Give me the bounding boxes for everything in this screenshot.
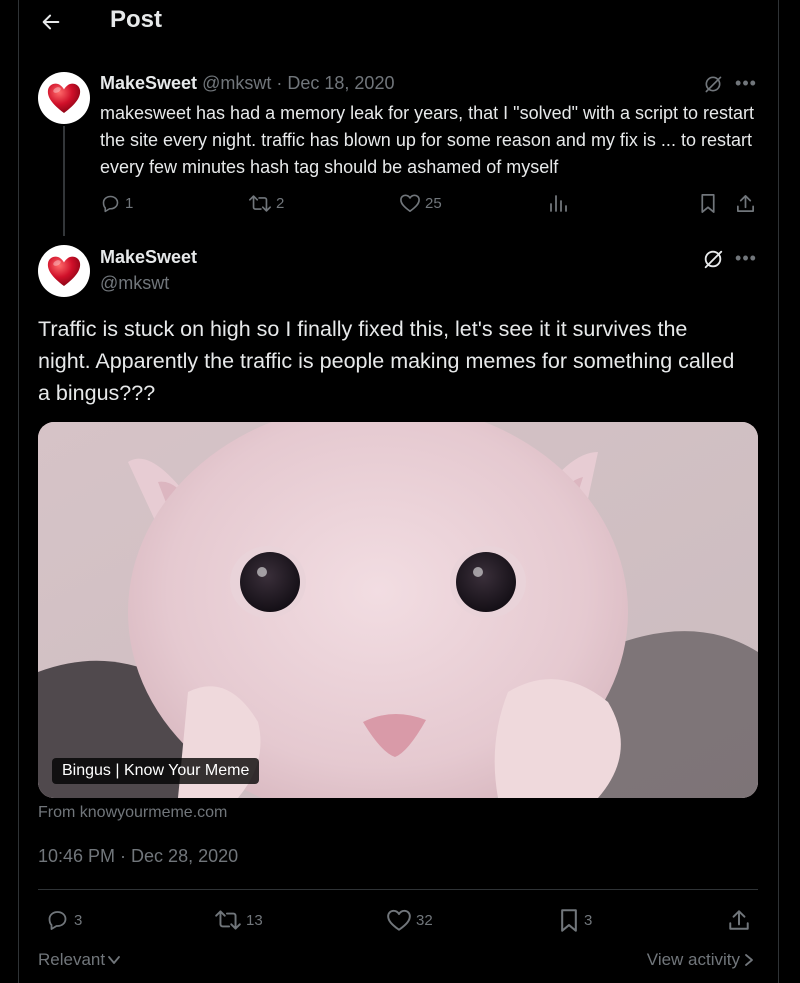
author-name[interactable]: MakeSweet xyxy=(100,247,197,268)
more-icon: ••• xyxy=(735,247,757,268)
share-button[interactable] xyxy=(735,193,756,214)
reply-count: 3 xyxy=(74,911,83,929)
more-icon: ••• xyxy=(735,72,757,93)
bookmark-count: 3 xyxy=(584,912,593,929)
grok-icon xyxy=(704,250,723,269)
avatar[interactable] xyxy=(38,245,90,297)
chevron-right-icon xyxy=(745,954,753,966)
like-count: 25 xyxy=(425,194,442,212)
author-name[interactable]: MakeSweet xyxy=(100,73,197,93)
column-border-right xyxy=(778,0,779,983)
bookmark-button[interactable] xyxy=(699,193,717,214)
page-title: Post xyxy=(110,6,163,33)
share-button[interactable] xyxy=(727,908,751,932)
reply-button[interactable]: 1 xyxy=(100,193,133,214)
parent-tweet-header: MakeSweet @mkswt · Dec 18, 2020 xyxy=(100,73,394,94)
like-count: 32 xyxy=(416,911,433,929)
tweet-date[interactable]: Dec 18, 2020 xyxy=(287,73,394,93)
views-button[interactable] xyxy=(547,193,569,213)
divider xyxy=(38,889,758,890)
repost-count: 13 xyxy=(246,911,263,929)
author-handle[interactable]: @mkswt xyxy=(100,273,169,294)
separator: · xyxy=(276,73,283,93)
reply-icon xyxy=(102,195,119,213)
card-image xyxy=(38,422,758,798)
sort-label: Relevant xyxy=(38,950,106,969)
author-handle[interactable]: @mkswt xyxy=(202,73,271,93)
post-page: Post MakeSweet @mkswt · Dec 18, 2020 •••… xyxy=(0,0,800,983)
bookmark-icon xyxy=(561,909,577,932)
heart-avatar-icon xyxy=(47,256,81,286)
more-button[interactable]: ••• xyxy=(734,248,758,268)
grok-button[interactable] xyxy=(702,73,724,95)
bookmark-button[interactable]: 3 xyxy=(558,908,592,933)
grok-button[interactable] xyxy=(702,248,724,270)
like-button[interactable]: 32 xyxy=(386,908,433,932)
more-button[interactable]: ••• xyxy=(734,73,758,93)
repost-icon xyxy=(215,910,241,930)
card-source[interactable]: From knowyourmeme.com xyxy=(38,804,227,822)
parent-tweet-text: makesweet has had a memory leak for year… xyxy=(100,103,755,177)
share-icon xyxy=(737,195,754,212)
back-arrow-icon xyxy=(42,14,60,30)
grok-icon xyxy=(705,76,722,93)
view-activity-label: View activity xyxy=(646,950,740,969)
views-icon xyxy=(550,195,567,212)
back-button[interactable] xyxy=(37,8,65,36)
link-card[interactable]: Bingus | Know Your Meme xyxy=(38,422,758,798)
column-border-left xyxy=(18,0,19,983)
view-activity-link[interactable]: View activity xyxy=(647,950,754,970)
repost-icon xyxy=(249,195,271,212)
like-icon xyxy=(387,909,411,931)
card-title: Bingus | Know Your Meme xyxy=(52,758,260,784)
tweet-timestamp[interactable]: 10:46 PM · Dec 28, 2020 xyxy=(38,846,238,867)
reply-count: 1 xyxy=(125,195,134,212)
repost-button[interactable]: 2 xyxy=(248,193,284,214)
sort-replies-button[interactable]: Relevant xyxy=(38,950,121,970)
bookmark-icon xyxy=(701,194,715,213)
page-header: Post xyxy=(19,0,778,44)
repost-count: 2 xyxy=(276,195,285,212)
main-tweet-text: Traffic is stuck on high so I finally fi… xyxy=(38,317,735,405)
heart-avatar-icon xyxy=(47,83,81,113)
repost-button[interactable]: 13 xyxy=(214,908,263,932)
like-button[interactable]: 25 xyxy=(399,193,442,213)
avatar[interactable] xyxy=(38,72,90,124)
reply-icon xyxy=(48,911,67,930)
thread-line xyxy=(63,126,65,236)
chevron-down-icon xyxy=(108,956,121,964)
reply-button[interactable]: 3 xyxy=(45,908,82,932)
share-icon xyxy=(729,910,749,930)
like-icon xyxy=(400,194,420,212)
